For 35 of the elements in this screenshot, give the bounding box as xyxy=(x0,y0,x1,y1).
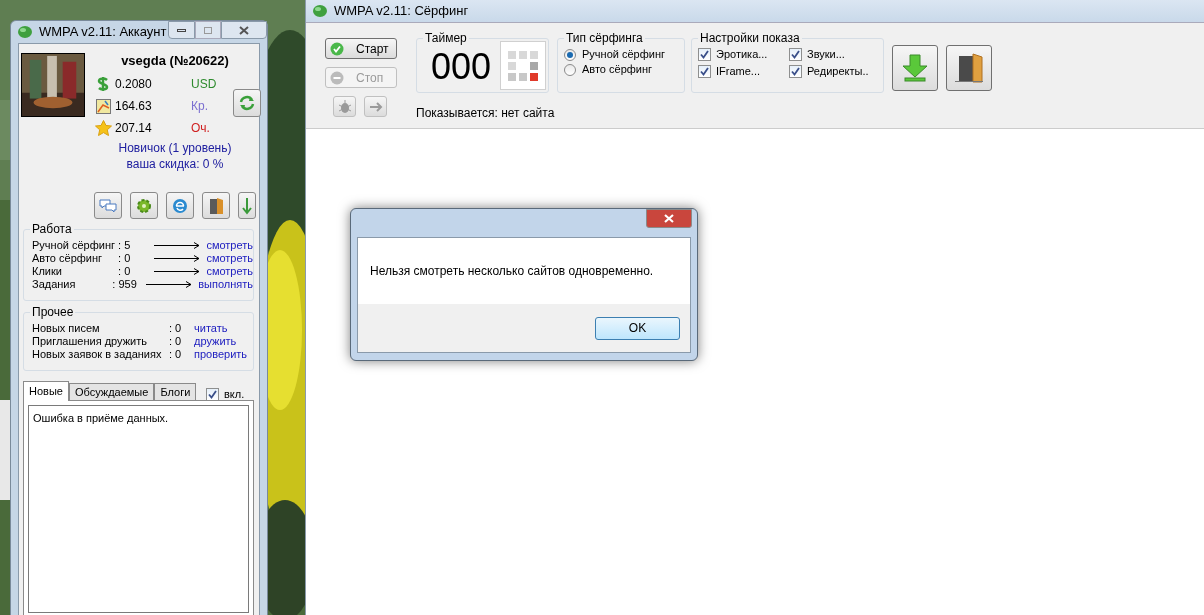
bug-button[interactable] xyxy=(333,96,356,117)
next-button[interactable] xyxy=(364,96,387,117)
close-icon xyxy=(664,214,674,223)
checkbox[interactable] xyxy=(698,65,711,78)
down-arrow-icon xyxy=(902,54,928,82)
group-title: Таймер xyxy=(423,31,469,45)
dialog-message: Нельзя смотреть несколько сайтов одновременно. xyxy=(370,263,654,280)
minus-icon xyxy=(330,70,344,85)
checkbox-label: Эротика... xyxy=(716,47,768,63)
radio-button[interactable] xyxy=(564,48,576,61)
close-button[interactable] xyxy=(646,209,692,228)
check-icon xyxy=(330,41,344,56)
download-button[interactable] xyxy=(892,45,938,91)
start-button[interactable]: Старт xyxy=(325,38,397,59)
checkbox[interactable] xyxy=(789,65,802,78)
checkbox[interactable] xyxy=(789,48,802,61)
grid-icon xyxy=(508,50,538,81)
radio-label: Ручной сёрфинг xyxy=(582,47,665,63)
group-title: Тип сёрфинга xyxy=(564,31,645,45)
checkbox-label: IFrame... xyxy=(716,64,760,80)
checkbox-label: Редиректы.. xyxy=(807,64,869,80)
window-title: WMPA v2.11: Сёрфинг xyxy=(334,2,469,21)
door-icon xyxy=(955,53,983,83)
radio-button[interactable] xyxy=(564,63,576,76)
ok-button[interactable]: OK xyxy=(595,316,680,340)
exit-button[interactable] xyxy=(946,45,992,91)
right-arrow-icon xyxy=(368,101,383,112)
app-logo-icon xyxy=(312,4,328,18)
radio-label: Авто сёрфинг xyxy=(582,62,653,78)
bug-icon xyxy=(337,99,352,114)
group-title: Настройки показа xyxy=(698,31,802,45)
checkbox-label: Звуки... xyxy=(807,47,845,63)
timer-value: 000 xyxy=(431,47,492,87)
status-text: Показывается: нет сайта xyxy=(416,105,555,122)
checkbox[interactable] xyxy=(698,48,711,61)
